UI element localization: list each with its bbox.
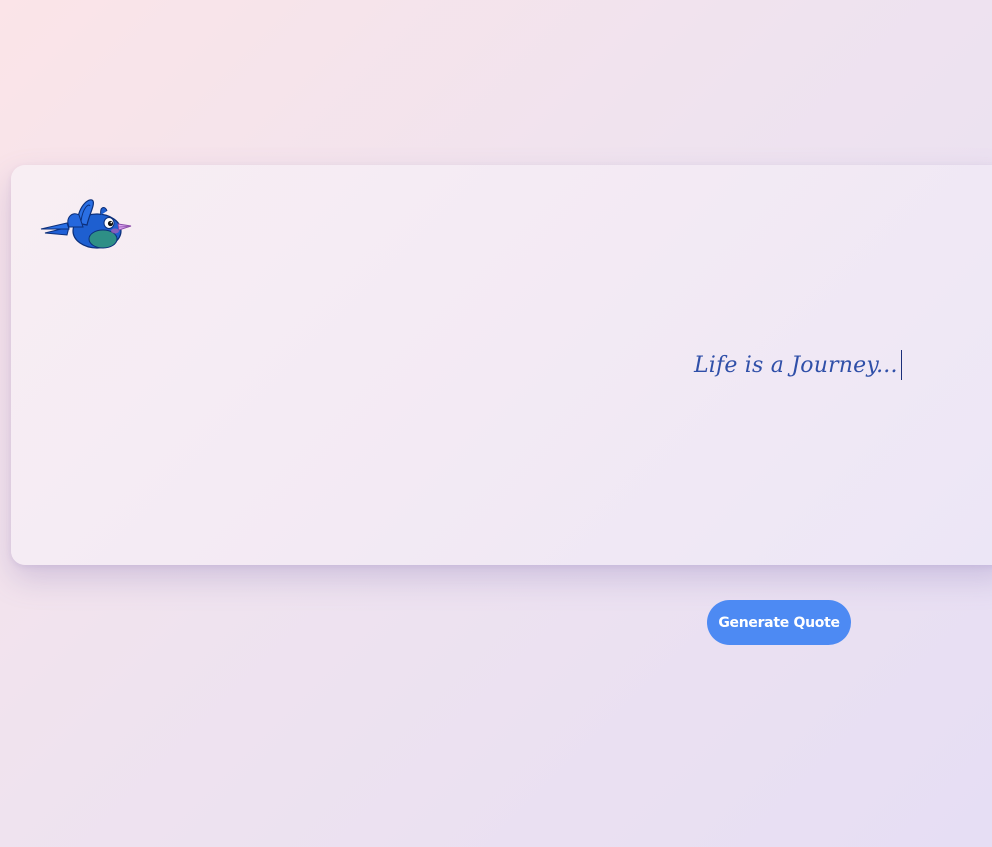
quote-text: Life is a Journey... bbox=[694, 352, 898, 378]
generate-quote-button[interactable]: Generate Quote bbox=[707, 600, 851, 645]
typing-cursor bbox=[900, 350, 903, 380]
quote-card: Life is a Journey... bbox=[11, 165, 992, 565]
quote-display: Life is a Journey... bbox=[694, 349, 903, 381]
bird-icon bbox=[40, 199, 132, 249]
